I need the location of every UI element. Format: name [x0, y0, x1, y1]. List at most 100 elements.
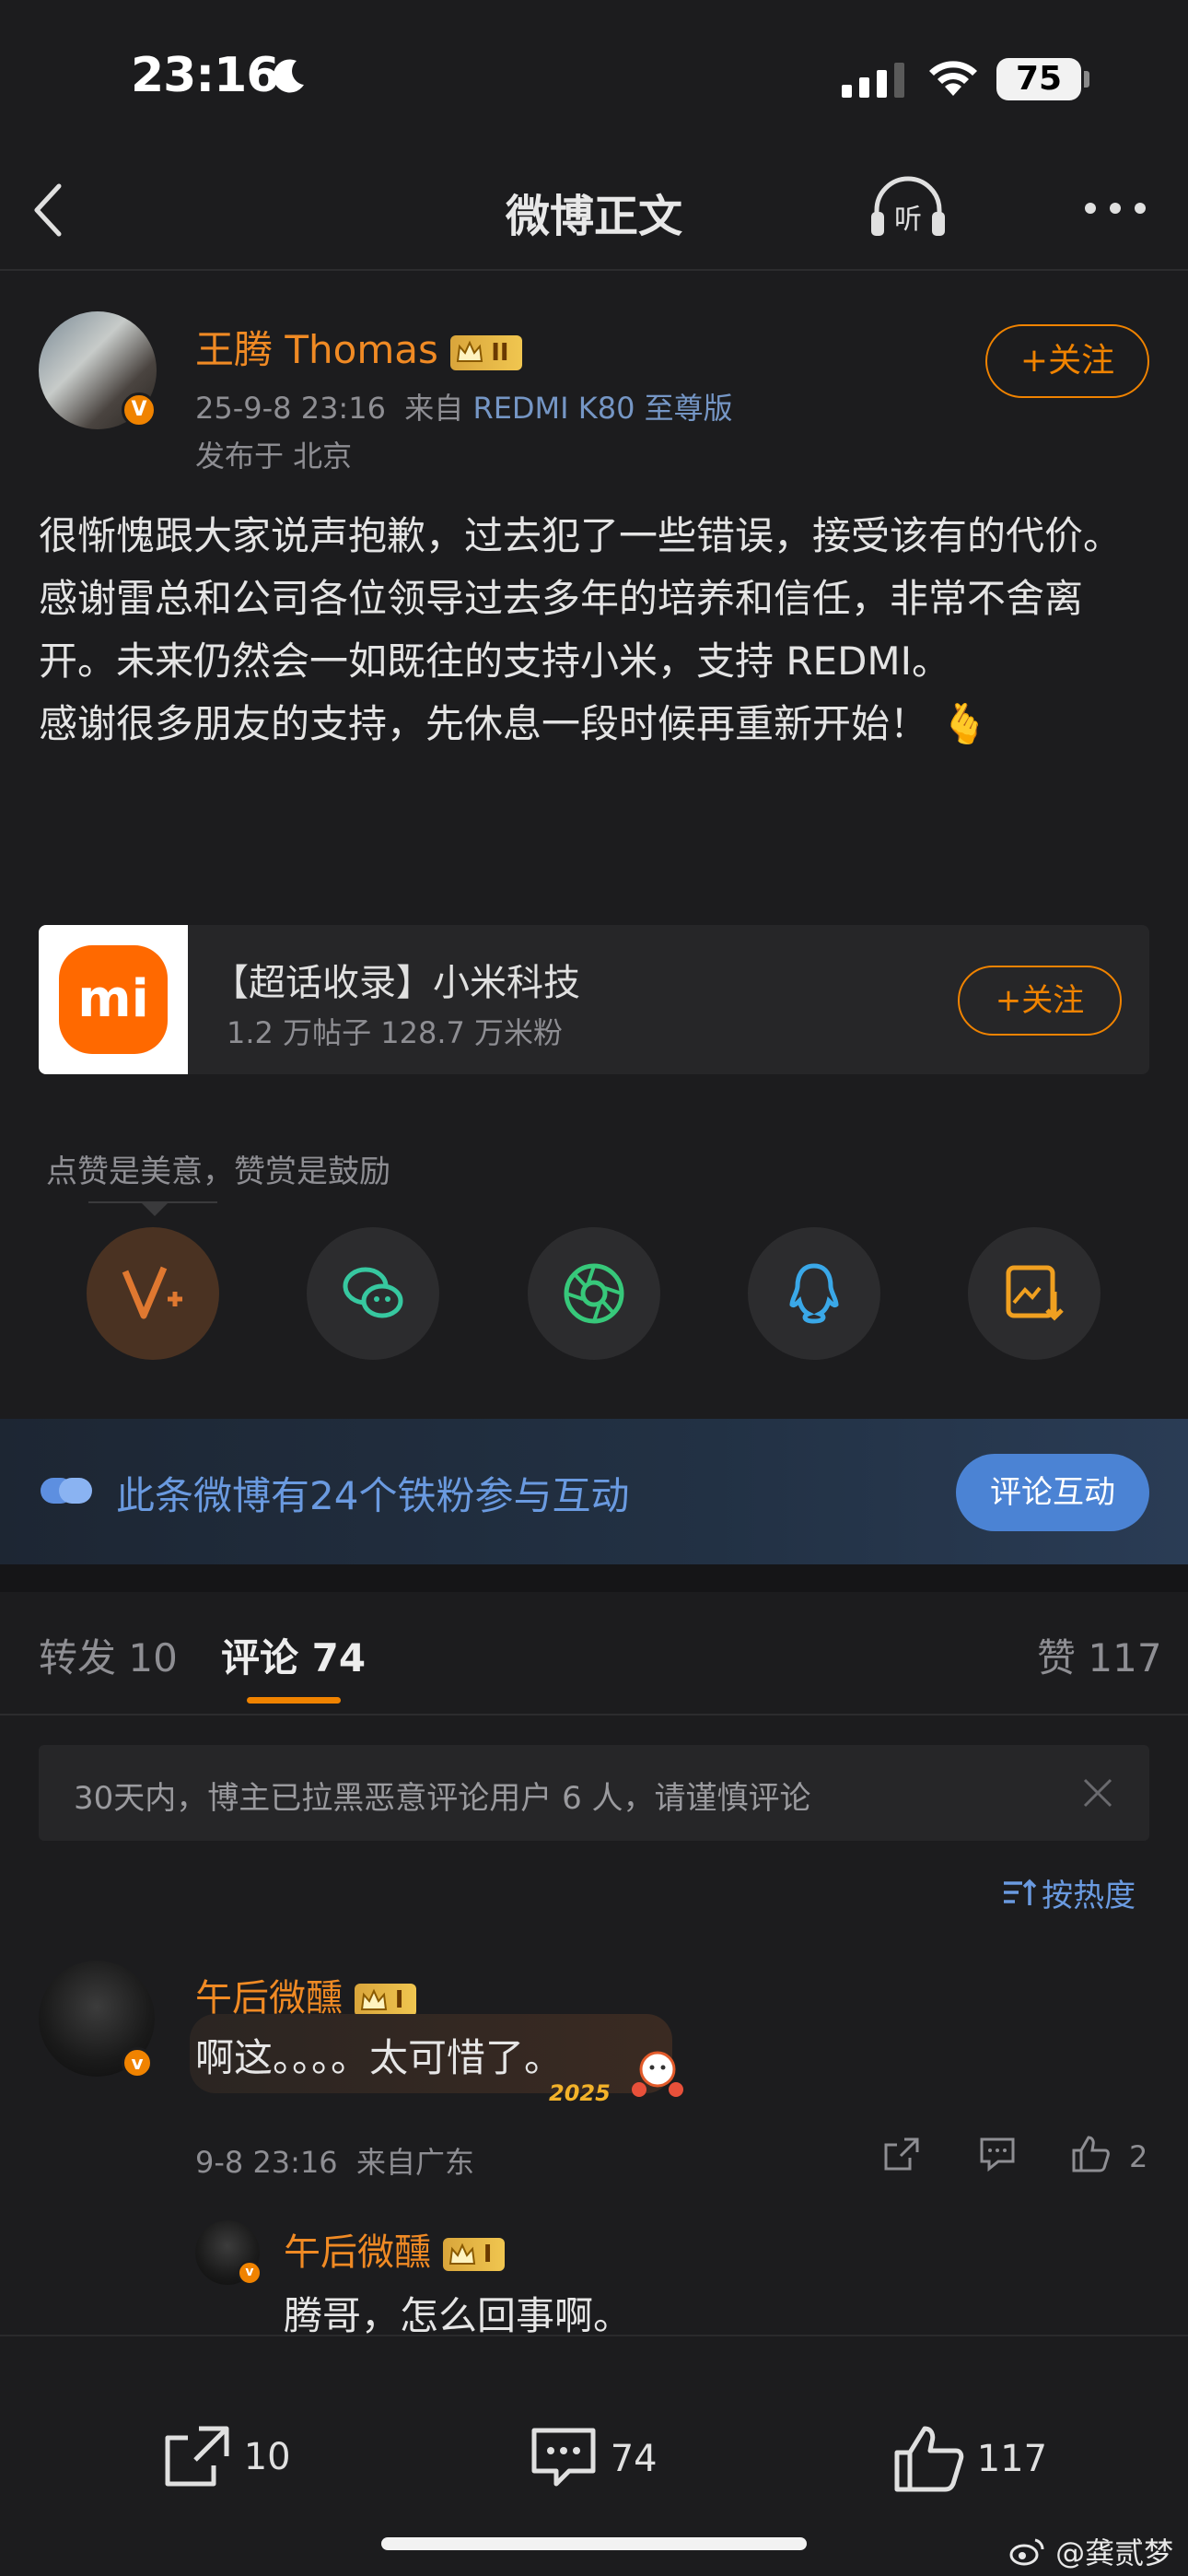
like-count: 117 — [976, 2438, 1048, 2480]
tab-repost-label: 转发 — [39, 1635, 117, 1680]
share-comment-icon[interactable] — [882, 2136, 921, 2172]
save-image-icon — [1006, 1265, 1064, 1321]
comment-meta: 9-8 23:16 来自广东 — [195, 2139, 474, 2182]
tab-repost[interactable]: 转发 10 — [39, 1627, 178, 1683]
sort-by-hot-button[interactable]: 按热度 — [1002, 1870, 1136, 1915]
fans-badge-icon — [41, 1478, 92, 1504]
reply-level-text: I — [483, 2241, 493, 2268]
page-title: 微博正文 — [505, 191, 682, 242]
listen-headphones-icon[interactable]: 听 — [868, 175, 949, 241]
tab-like[interactable]: 赞 117 — [1037, 1627, 1162, 1683]
comment-time: 9-8 23:16 — [195, 2145, 338, 2180]
source-prefix: 来自 — [404, 391, 464, 426]
source-device-link[interactable]: REDMI K80 至尊版 — [472, 391, 732, 426]
xiaomi-logo: mi — [39, 925, 188, 1074]
tab-comment[interactable]: 评论 74 — [221, 1627, 366, 1683]
tab-repost-count: 10 — [128, 1635, 178, 1680]
like-comment-icon[interactable] — [1070, 2136, 1111, 2172]
post-paragraph: 感谢很多朋友的支持，先休息一段时候再重新开始！ 🫰 — [39, 701, 989, 746]
comment-count: 74 — [610, 2438, 658, 2480]
mascot-sticker-icon: 2025 — [549, 2051, 683, 2106]
repost-icon — [165, 2426, 229, 2487]
reward-tip-caret — [140, 1201, 169, 1216]
more-options-icon[interactable] — [1083, 201, 1147, 216]
battery-level: 75 — [1015, 60, 1063, 98]
commenter-level-text: I — [394, 1986, 404, 2014]
reply-user-name[interactable]: 午后微醺 I — [284, 2222, 506, 2276]
author-name[interactable]: 王腾 Thomas II — [195, 319, 522, 375]
comment-icon — [531, 2428, 596, 2487]
comment-like-count: 2 — [1129, 2139, 1148, 2174]
notice-text: 30天内，博主已拉黑恶意评论用户 6 人，请谨慎评论 — [74, 1780, 811, 1817]
fans-interaction-banner[interactable]: 此条微博有24个铁粉参与互动 评论互动 — [0, 1419, 1188, 1564]
new-year-sticker: 2025 — [549, 2043, 687, 2113]
home-indicator[interactable] — [381, 2537, 807, 2550]
reply-text: 腾哥，怎么回事啊。 — [284, 2293, 633, 2338]
reply-level-badge: I — [442, 2238, 506, 2271]
active-tab-indicator — [247, 1697, 341, 1704]
like-button[interactable]: 117 — [891, 2425, 1047, 2493]
nav-divider — [0, 269, 1188, 271]
follow-author-button[interactable]: +关注 — [985, 324, 1149, 398]
reward-button[interactable] — [87, 1227, 219, 1360]
crown-icon — [457, 340, 483, 362]
reply-verified-badge: v — [238, 2261, 262, 2285]
status-time: 23:16 — [131, 48, 280, 103]
reward-v-plus-icon — [122, 1266, 182, 1319]
verified-badge: V — [122, 392, 157, 427]
sort-label[interactable]: 按热度 — [1042, 1878, 1136, 1914]
moments-icon — [564, 1263, 624, 1324]
post-paragraph: 感谢雷总和公司各位领导过去多年的培养和信任，非常不舍离开。未来仍然会一如既往的支… — [39, 576, 1084, 684]
crown-icon — [448, 2242, 475, 2265]
cellular-signal-icon — [842, 63, 904, 98]
repost-count: 10 — [243, 2436, 291, 2478]
weibo-logo-icon — [1009, 2538, 1044, 2566]
tab-like-label: 赞 — [1037, 1635, 1077, 1680]
tab-comment-label: 评论 — [221, 1635, 299, 1680]
fan-level-badge: II — [450, 334, 522, 370]
comment-button[interactable]: 74 — [529, 2425, 658, 2500]
section-gap — [0, 1564, 1188, 1592]
close-icon[interactable] — [1081, 1776, 1114, 1809]
moon-icon — [273, 59, 304, 93]
post-meta: 25-9-8 23:16 来自 REDMI K80 至尊版 — [195, 385, 733, 427]
qq-icon — [789, 1263, 839, 1324]
wifi-icon — [929, 61, 977, 96]
battery-indicator: 75 — [996, 58, 1081, 100]
tab-like-count: 117 — [1088, 1635, 1162, 1680]
supertopic-card[interactable]: mi 【超话收录】小米科技 1.2 万帖子 128.7 万米粉 +关注 — [39, 925, 1149, 1074]
share-wechat-button[interactable] — [307, 1227, 439, 1360]
weibo-watermark: @龚贰梦 — [1009, 2530, 1173, 2572]
share-moments-button[interactable] — [528, 1227, 660, 1360]
follow-supertopic-button[interactable]: +关注 — [958, 966, 1122, 1036]
share-qq-button[interactable] — [748, 1227, 880, 1360]
reply-user-name-text[interactable]: 午后微醺 — [284, 2231, 431, 2274]
commenter-verified-badge: v — [122, 2047, 153, 2078]
fans-banner-text: 此条微博有24个铁粉参与互动 — [116, 1473, 630, 1518]
like-icon — [894, 2426, 964, 2492]
blacklist-notice: 30天内，博主已拉黑恶意评论用户 6 人，请谨慎评论 — [39, 1745, 1149, 1841]
sort-icon — [1004, 1879, 1037, 1905]
sticker-year: 2025 — [549, 2080, 611, 2106]
commenter-level-badge: I — [354, 1984, 417, 2017]
post-body: 很惭愧跟大家说声抱歉，过去犯了一些错误，接受该有的代价。 感谢雷总和公司各位领导… — [39, 505, 1153, 755]
svg-text:听: 听 — [894, 204, 922, 236]
comment-source: 来自广东 — [356, 2145, 475, 2180]
supertopic-title[interactable]: 【超话收录】小米科技 — [212, 953, 580, 1006]
comment-text: 啊这。。。。太可惜了。 — [195, 2035, 564, 2080]
save-image-button[interactable] — [968, 1227, 1101, 1360]
repost-button[interactable]: 10 — [162, 2425, 291, 2489]
post-location: 发布于 北京 — [195, 439, 353, 474]
tab-comment-count: 74 — [311, 1635, 367, 1680]
author-name-text[interactable]: 王腾 Thomas — [195, 327, 438, 372]
reward-tip: 点赞是美意，赞赏是鼓励 — [46, 1153, 390, 1190]
post-paragraph: 很惭愧跟大家说声抱歉，过去犯了一些错误，接受该有的代价。 — [39, 513, 1123, 558]
reply-comment-icon[interactable] — [978, 2136, 1017, 2172]
battery-cap — [1084, 71, 1089, 88]
supertopic-stats: 1.2 万帖子 128.7 万米粉 — [227, 1015, 564, 1050]
watermark-text: @龚贰梦 — [1055, 2535, 1174, 2570]
xiaomi-logo-mark: mi — [59, 945, 168, 1054]
wechat-icon — [343, 1267, 403, 1318]
crown-icon — [360, 1988, 387, 2010]
comment-interact-button[interactable]: 评论互动 — [956, 1454, 1149, 1531]
